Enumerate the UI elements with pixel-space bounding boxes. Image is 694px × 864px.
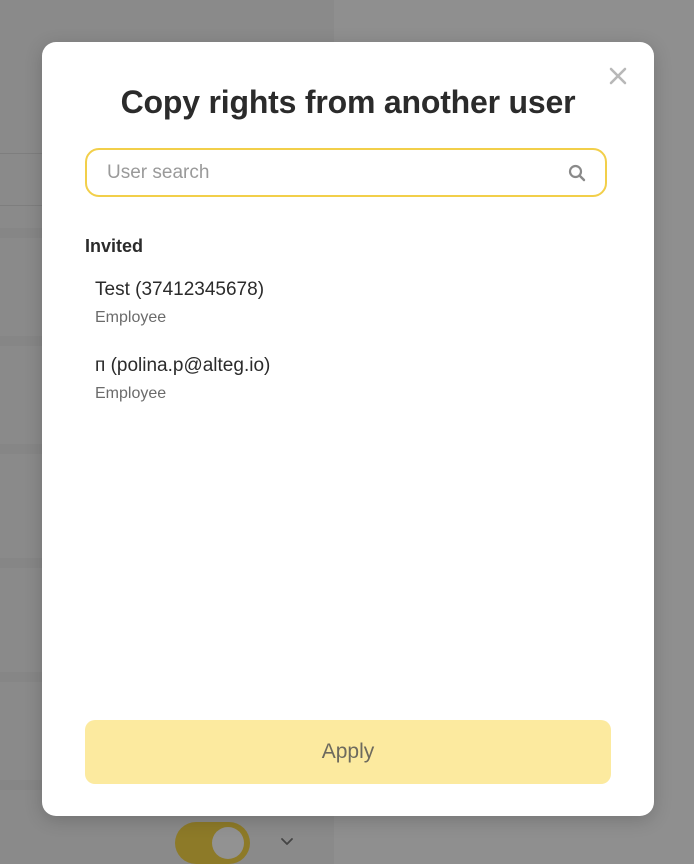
user-role: Employee bbox=[95, 385, 167, 402]
background-row-strip bbox=[0, 558, 42, 568]
invited-section-label: Invited bbox=[85, 236, 144, 256]
user-search-input[interactable] bbox=[87, 150, 567, 195]
user-list: Test (37412345678) Employee п (polina.p@… bbox=[85, 270, 607, 422]
background-toggle bbox=[175, 822, 250, 864]
chevron-down-icon bbox=[281, 838, 293, 845]
user-name: Test (37412345678) bbox=[95, 279, 265, 300]
user-role: Employee bbox=[95, 309, 167, 326]
background-row-strip bbox=[0, 780, 42, 790]
background-row-strip bbox=[0, 228, 42, 238]
background-row-strip bbox=[0, 444, 42, 454]
toggle-knob bbox=[212, 827, 244, 859]
apply-button[interactable]: Apply bbox=[85, 720, 611, 784]
user-list-item[interactable]: Test (37412345678) Employee bbox=[85, 270, 607, 330]
search-icon[interactable] bbox=[567, 163, 587, 183]
modal-title: Copy rights from another user bbox=[120, 84, 576, 120]
background-row-strip bbox=[0, 672, 42, 682]
copy-rights-modal: Copy rights from another user Invited Te… bbox=[42, 42, 654, 816]
user-name: п (polina.p@alteg.io) bbox=[95, 355, 271, 376]
user-list-item[interactable]: п (polina.p@alteg.io) Employee bbox=[85, 346, 607, 406]
background-row-strip bbox=[0, 336, 42, 346]
user-search-field[interactable] bbox=[85, 148, 607, 197]
